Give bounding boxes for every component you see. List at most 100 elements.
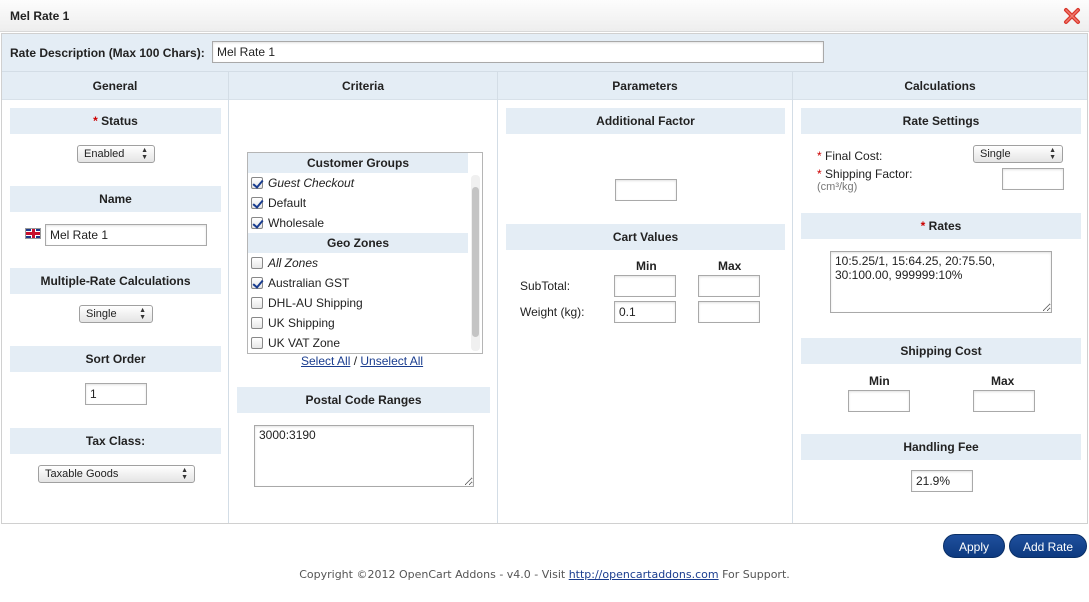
status-section-header: * Status [10, 108, 221, 134]
postal-code-section-header: Postal Code Ranges [237, 387, 490, 413]
criteria-column: Criteria Customer Groups Guest Checkout … [229, 72, 498, 523]
dialog-title: Mel Rate 1 [10, 9, 70, 23]
select-arrows-icon: ▲ ▼ [1049, 147, 1056, 161]
required-marker: * [920, 219, 926, 233]
checkbox-label: UK Shipping [268, 316, 335, 330]
checkbox-icon[interactable] [251, 257, 263, 269]
final-cost-label-text: Final Cost: [825, 149, 883, 163]
unselect-all-link[interactable]: Unselect All [360, 354, 423, 368]
checkbox-label: Wholesale [268, 216, 325, 230]
shipping-cost-max-label: Max [991, 374, 1015, 388]
checkbox-australian-gst[interactable]: Australian GST [251, 273, 349, 293]
close-icon[interactable] [1063, 7, 1081, 25]
checklist-scrollbar[interactable] [471, 175, 480, 351]
checkbox-label: Australian GST [268, 276, 350, 290]
rate-settings-section-header: Rate Settings [801, 108, 1081, 134]
footer-link[interactable]: http://opencartaddons.com [569, 568, 719, 581]
checkbox-all-zones[interactable]: All Zones [251, 253, 318, 273]
rate-description-input[interactable] [212, 41, 824, 63]
select-arrows-icon: ▲ ▼ [141, 147, 148, 161]
additional-factor-input[interactable] [615, 179, 677, 201]
parameters-column: Parameters Additional Factor Cart Values… [498, 72, 793, 523]
parameters-column-header: Parameters [498, 72, 792, 100]
footer-suffix: For Support. [722, 568, 790, 581]
checkbox-icon[interactable] [251, 277, 263, 289]
checkbox-icon[interactable] [251, 337, 263, 349]
criteria-checklist: Customer Groups Guest Checkout Default W… [247, 152, 483, 354]
checkbox-default[interactable]: Default [251, 193, 306, 213]
name-section-header: Name [10, 186, 221, 212]
apply-button[interactable]: Apply [943, 534, 1005, 558]
handling-fee-section-header: Handling Fee [801, 434, 1081, 460]
additional-factor-section-header: Additional Factor [506, 108, 785, 134]
shipping-cost-section-header: Shipping Cost [801, 338, 1081, 364]
dialog-titlebar: Mel Rate 1 [0, 0, 1089, 32]
cart-min-label: Min [636, 259, 657, 273]
checkbox-icon[interactable] [251, 177, 263, 189]
calculations-column: Calculations Rate Settings * Final Cost:… [793, 72, 1087, 523]
final-cost-select[interactable]: Single ▲ ▼ [973, 145, 1063, 163]
sort-order-input[interactable] [85, 383, 147, 405]
general-column-header: General [2, 72, 228, 100]
subtotal-label: SubTotal: [520, 279, 571, 293]
scrollbar-thumb[interactable] [472, 187, 479, 337]
checkbox-label: Default [268, 196, 307, 210]
checkbox-icon[interactable] [251, 197, 263, 209]
rate-form: Rate Description (Max 100 Chars): Genera… [1, 33, 1088, 524]
postal-code-textarea[interactable]: 3000:3190 [254, 425, 474, 487]
checkbox-dhl-au-shipping[interactable]: DHL-AU Shipping [251, 293, 363, 313]
select-arrows-icon: ▲ ▼ [181, 467, 188, 481]
name-input[interactable] [45, 224, 207, 246]
checkbox-uk-shipping[interactable]: UK Shipping [251, 313, 335, 333]
rates-textarea[interactable]: 10:5.25/1, 15:64.25, 20:75.50, 30:100.00… [830, 251, 1052, 313]
checkbox-label: UK VAT Zone [268, 336, 341, 350]
link-separator: / [353, 354, 358, 368]
checkbox-icon[interactable] [251, 297, 263, 309]
tax-class-select[interactable]: Taxable Goods ▲ ▼ [38, 465, 195, 483]
multirate-section-header: Multiple-Rate Calculations [10, 268, 221, 294]
status-select-value: Enabled [84, 148, 125, 160]
multirate-select-value: Single [86, 308, 117, 320]
weight-label: Weight (kg): [520, 305, 585, 319]
shipping-cost-max-input[interactable] [973, 390, 1035, 412]
criteria-column-header: Criteria [229, 72, 497, 100]
checkbox-uk-vat-zone[interactable]: UK VAT Zone [251, 333, 340, 353]
status-label: Status [101, 114, 138, 128]
weight-min-input[interactable] [614, 301, 676, 323]
required-marker: * [817, 167, 822, 181]
checkbox-icon[interactable] [251, 217, 263, 229]
shipping-factor-input[interactable] [1002, 168, 1064, 190]
rates-label: Rates [928, 219, 962, 233]
uk-flag-icon [25, 228, 41, 239]
footer-copyright: Copyright ©2012 OpenCart Addons - v4.0 -… [299, 568, 566, 581]
required-marker: * [93, 114, 98, 128]
select-arrows-icon: ▲ ▼ [139, 307, 146, 321]
handling-fee-input[interactable] [911, 470, 973, 492]
checkbox-label: DHL-AU Shipping [268, 296, 363, 310]
checkbox-label: All Zones [268, 256, 319, 270]
final-cost-select-value: Single [980, 148, 1011, 160]
select-links: Select All / Unselect All [301, 354, 423, 368]
required-marker: * [817, 149, 822, 163]
status-select[interactable]: Enabled ▲ ▼ [77, 145, 155, 163]
shipping-factor-label-text: Shipping Factor: [825, 167, 913, 181]
multirate-select[interactable]: Single ▲ ▼ [79, 305, 153, 323]
rate-description-label: Rate Description (Max 100 Chars): [10, 46, 205, 60]
checkbox-guest-checkout[interactable]: Guest Checkout [251, 173, 354, 193]
shipping-cost-min-input[interactable] [848, 390, 910, 412]
subtotal-min-input[interactable] [614, 275, 676, 297]
select-all-link[interactable]: Select All [301, 354, 350, 368]
cart-max-label: Max [718, 259, 742, 273]
weight-max-input[interactable] [698, 301, 760, 323]
checkbox-wholesale[interactable]: Wholesale [251, 213, 324, 233]
calculations-column-header: Calculations [793, 72, 1087, 100]
tax-class-select-value: Taxable Goods [45, 468, 119, 480]
add-rate-button[interactable]: Add Rate [1009, 534, 1087, 558]
tax-class-section-header: Tax Class: [10, 428, 221, 454]
sort-order-section-header: Sort Order [10, 346, 221, 372]
checkbox-icon[interactable] [251, 317, 263, 329]
rates-section-header: * Rates [801, 213, 1081, 239]
subtotal-max-input[interactable] [698, 275, 760, 297]
geo-zones-header: Geo Zones [248, 233, 468, 253]
shipping-factor-label: * Shipping Factor: [817, 167, 912, 181]
